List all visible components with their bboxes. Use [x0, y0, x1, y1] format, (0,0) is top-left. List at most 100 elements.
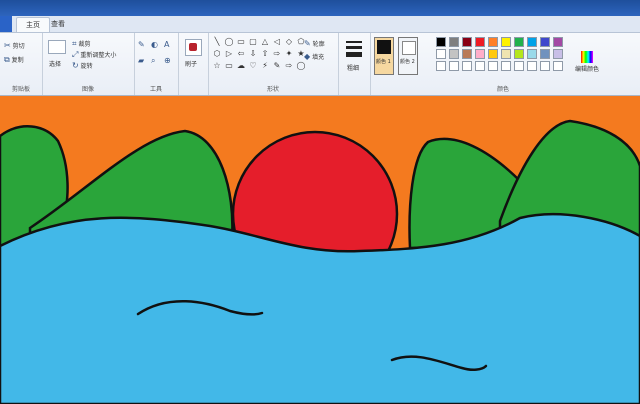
palette-swatch-3[interactable]: [475, 37, 485, 47]
palette-swatch-16[interactable]: [514, 49, 524, 59]
shape-option-14[interactable]: ✦: [284, 49, 294, 59]
color-picker-button[interactable]: ⌕: [151, 57, 155, 65]
palette-swatch-14[interactable]: [488, 49, 498, 59]
shapes-gallery: ╲ ◯ ▭ ▢ △ ◁ ◇ ⬠ ⬡ ▷ ⇦ ⇩ ⇧ ⇨ ✦ ★ ☆ ▭ ☁ ♡ ⚡ ✎ ⇨ ◯: [212, 37, 305, 70]
shape-option-21[interactable]: ✎: [272, 61, 282, 71]
shape-option-6[interactable]: ◇: [284, 37, 294, 47]
rotate-button[interactable]: ↻ 旋转: [72, 61, 93, 71]
shape-option-12[interactable]: ⇧: [260, 49, 270, 59]
edit-colors-icon: [581, 51, 593, 63]
palette-swatch-2[interactable]: [462, 37, 472, 47]
magnifier-icon: ⊕: [164, 56, 171, 65]
palette-swatch-1[interactable]: [449, 37, 459, 47]
shape-option-5[interactable]: ◁: [272, 37, 282, 47]
scissors-icon: ✂: [4, 41, 11, 50]
fill-bucket-icon: ◆: [304, 52, 311, 61]
tab-view[interactable]: 查看: [42, 17, 74, 31]
outline-button[interactable]: ✎ 轮廓: [304, 39, 325, 49]
painting[interactable]: [0, 96, 640, 404]
shape-option-8[interactable]: ⬡: [212, 49, 222, 59]
color1-swatch: [377, 40, 391, 54]
copy-button[interactable]: ⧉ 复制: [4, 55, 24, 65]
pencil-button[interactable]: ✎: [138, 41, 145, 49]
ribbon: ✂ 剪切 ⧉ 复制 剪贴板 选择 ⌗ 裁剪 ⤢ 重新调整大小 ↻ 旋转 图像 ✎…: [0, 33, 640, 96]
size-line-thin: [346, 41, 362, 43]
shapes-group-label: 形状: [266, 86, 279, 93]
crop-label: 裁剪: [78, 41, 91, 48]
palette-swatch-13[interactable]: [475, 49, 485, 59]
shape-option-11[interactable]: ⇩: [248, 49, 258, 59]
tools-group-label: 工具: [149, 86, 162, 93]
palette-swatch-17[interactable]: [527, 49, 537, 59]
shape-option-19[interactable]: ♡: [248, 61, 258, 71]
palette-swatch-15[interactable]: [501, 49, 511, 59]
palette-swatch-6[interactable]: [514, 37, 524, 47]
shape-option-9[interactable]: ▷: [224, 49, 234, 59]
copy-label: 复制: [11, 57, 24, 64]
shape-option-22[interactable]: ⇨: [284, 61, 294, 71]
shape-option-23[interactable]: ◯: [296, 61, 306, 71]
brushes-group: 刷子: [178, 33, 209, 95]
palette-swatch-26[interactable]: [514, 61, 524, 71]
fill-button[interactable]: ◐: [151, 41, 158, 49]
palette-swatch-10[interactable]: [436, 49, 446, 59]
palette-swatch-25[interactable]: [501, 61, 511, 71]
edit-colors-label: 编辑颜色: [574, 66, 599, 73]
palette-swatch-24[interactable]: [488, 61, 498, 71]
palette-swatch-8[interactable]: [540, 37, 550, 47]
palette-swatch-21[interactable]: [449, 61, 459, 71]
shape-option-18[interactable]: ☁: [236, 61, 246, 71]
palette-swatch-11[interactable]: [449, 49, 459, 59]
text-button[interactable]: A: [164, 41, 169, 49]
palette-swatch-28[interactable]: [540, 61, 550, 71]
outline-label: 轮廓: [312, 41, 325, 48]
palette-swatch-4[interactable]: [488, 37, 498, 47]
ribbon-tabs: 主页 查看: [0, 16, 640, 33]
brush-button[interactable]: [185, 39, 202, 56]
text-icon: A: [164, 40, 170, 49]
palette-swatch-12[interactable]: [462, 49, 472, 59]
palette-swatch-29[interactable]: [553, 61, 563, 71]
shape-option-13[interactable]: ⇨: [272, 49, 282, 59]
shape-option-2[interactable]: ▭: [236, 37, 246, 47]
shape-option-16[interactable]: ☆: [212, 61, 222, 71]
magnifier-button[interactable]: ⊕: [164, 57, 171, 65]
shape-option-0[interactable]: ╲: [212, 37, 222, 47]
palette-swatch-19[interactable]: [553, 49, 563, 59]
palette-swatch-7[interactable]: [527, 37, 537, 47]
file-menu-button[interactable]: [0, 16, 12, 32]
palette-swatch-22[interactable]: [462, 61, 472, 71]
palette-swatch-5[interactable]: [501, 37, 511, 47]
resize-icon: ⤢: [72, 50, 79, 59]
rotate-icon: ↻: [72, 61, 79, 70]
palette-swatch-0[interactable]: [436, 37, 446, 47]
shape-option-3[interactable]: ▢: [248, 37, 258, 47]
clipboard-group: ✂ 剪切 ⧉ 复制 剪贴板: [0, 33, 43, 95]
shape-option-4[interactable]: △: [260, 37, 270, 47]
color1-button[interactable]: 颜色 1: [374, 37, 394, 75]
fill-shape-button[interactable]: ◆ 填充: [304, 52, 324, 62]
select-button[interactable]: 选择: [49, 59, 61, 68]
drawing-canvas-area[interactable]: [0, 96, 640, 404]
pencil-icon: ✎: [138, 40, 145, 49]
resize-button[interactable]: ⤢ 重新调整大小: [72, 50, 117, 60]
palette-swatch-23[interactable]: [475, 61, 485, 71]
palette-swatch-9[interactable]: [553, 37, 563, 47]
shape-option-10[interactable]: ⇦: [236, 49, 246, 59]
color2-button[interactable]: 颜色 2: [398, 37, 418, 75]
crop-button[interactable]: ⌗ 裁剪: [72, 39, 91, 49]
shape-option-1[interactable]: ◯: [224, 37, 234, 47]
eraser-button[interactable]: ▰: [138, 57, 144, 65]
cut-button[interactable]: ✂ 剪切: [4, 41, 25, 51]
shape-option-17[interactable]: ▭: [224, 61, 234, 71]
palette-swatch-20[interactable]: [436, 61, 446, 71]
edit-colors-button[interactable]: 编辑颜色: [572, 51, 602, 73]
copy-icon: ⧉: [4, 55, 10, 64]
eraser-icon: ▰: [138, 56, 145, 65]
size-group: 粗细: [338, 33, 371, 95]
shape-option-20[interactable]: ⚡: [260, 61, 270, 71]
palette-swatch-27[interactable]: [527, 61, 537, 71]
palette-swatch-18[interactable]: [540, 49, 550, 59]
size-button[interactable]: 粗细: [347, 63, 359, 72]
resize-label: 重新调整大小: [80, 52, 117, 59]
